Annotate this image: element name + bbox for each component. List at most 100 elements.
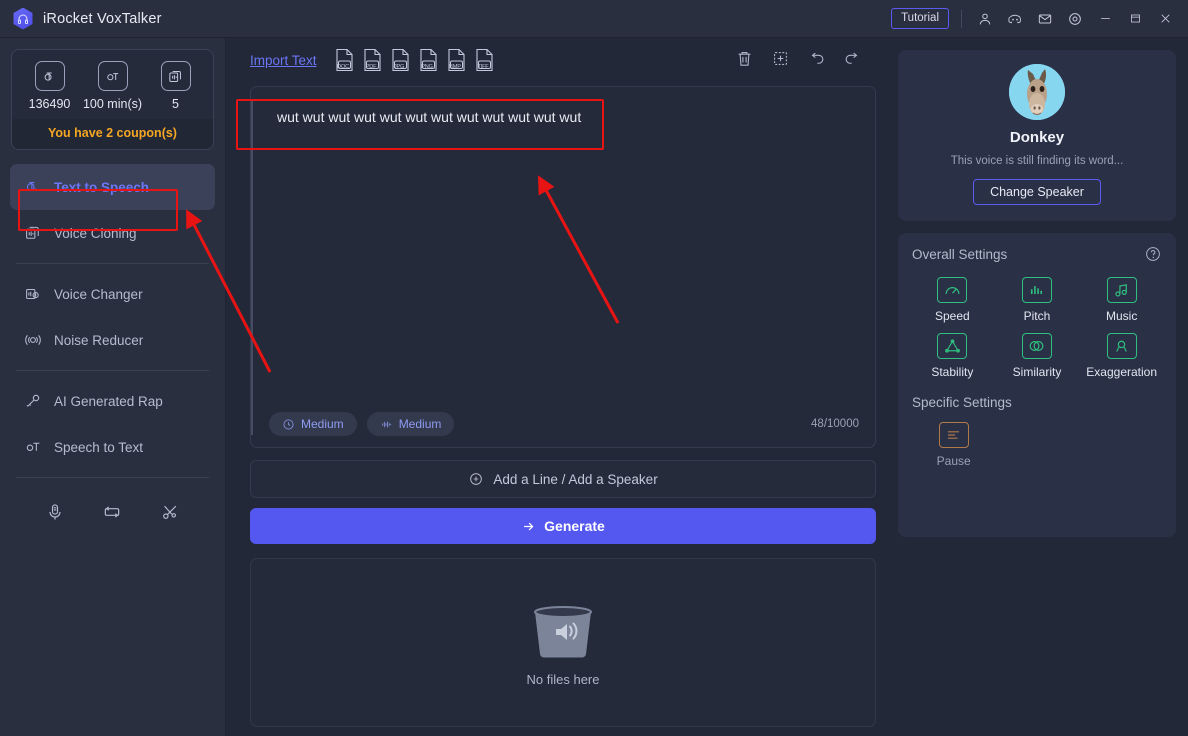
sidebar-item-label: Speech to Text: [54, 439, 144, 455]
setting-stability[interactable]: Stability: [912, 333, 993, 379]
import-tiff-icon[interactable]: TIFF: [473, 47, 496, 73]
setting-similarity[interactable]: Similarity: [997, 333, 1078, 379]
close-icon[interactable]: [1150, 4, 1180, 34]
setting-pause[interactable]: Pause: [912, 422, 995, 468]
sidebar-item-voice-changer[interactable]: Voice Changer: [10, 271, 215, 317]
sidebar-item-label: AI Generated Rap: [54, 393, 163, 409]
music-note-icon: [1106, 277, 1137, 303]
editor-toolbar: Import Text DOC PDF JPG PNG BMP TIFF: [226, 38, 886, 82]
speedometer-icon: [937, 277, 968, 303]
import-pdf-icon[interactable]: PDF: [361, 47, 384, 73]
setting-music[interactable]: Music: [1081, 277, 1162, 323]
text-input[interactable]: wut wut wut wut wut wut wut wut wut wut …: [251, 87, 875, 401]
arrow-right-icon: [524, 522, 534, 530]
specific-settings-grid: Pause: [912, 422, 1162, 468]
overlap-circles-icon: [1021, 333, 1052, 359]
account-icon[interactable]: [970, 4, 1000, 34]
bars-icon: [1021, 277, 1052, 303]
overall-settings-grid: Speed Pitch Music Stability Similarity E…: [912, 277, 1162, 379]
editor-actions: [735, 49, 870, 71]
import-png-icon[interactable]: PNG: [417, 47, 440, 73]
voice-changer-icon: [26, 288, 39, 300]
generate-button[interactable]: Generate: [250, 508, 876, 544]
credit-clones[interactable]: 5: [144, 61, 207, 111]
speed-clock-icon: [283, 419, 294, 429]
sidebar-item-speech-to-text[interactable]: Speech to Text: [10, 424, 215, 470]
undo-icon[interactable]: [807, 49, 829, 71]
sidebar-item-ai-generated-rap[interactable]: AI Generated Rap: [10, 378, 215, 424]
sidebar-item-label: Noise Reducer: [54, 332, 144, 348]
add-line-button[interactable]: Add a Line / Add a Speaker: [250, 460, 876, 498]
add-selection-icon[interactable]: [771, 49, 793, 71]
import-doc-icon[interactable]: DOC: [333, 47, 356, 73]
emotion-pill-label: Medium: [398, 417, 442, 431]
setting-label: Pause: [936, 454, 971, 468]
titlebar-controls: Tutorial: [891, 4, 1188, 34]
setting-label: Stability: [931, 365, 974, 379]
sidebar-item-label: Text to Speech: [54, 179, 150, 195]
settings-icon[interactable]: [1060, 4, 1090, 34]
credit-minutes-value: 100 min(s): [82, 97, 143, 111]
settings-card: Overall Settings Speed Pitch Music Stabi…: [898, 233, 1176, 537]
speed-pill[interactable]: Medium: [269, 412, 357, 436]
maximize-icon[interactable]: [1120, 4, 1150, 34]
setting-exaggeration[interactable]: Exaggeration: [1081, 333, 1162, 379]
minutes-credit-icon: [97, 61, 128, 91]
setting-pitch[interactable]: Pitch: [997, 277, 1078, 323]
speaker-accent-bar: [251, 99, 253, 435]
title-bar: iRocket VoxTalker Tutorial: [0, 0, 1188, 38]
credit-characters-value: 136490: [28, 97, 71, 111]
setting-label: Music: [1105, 309, 1138, 323]
empty-files-label: No files here: [526, 672, 600, 687]
minimize-icon[interactable]: [1090, 4, 1120, 34]
import-png-label: PNG: [421, 64, 433, 70]
plus-circle-icon: [470, 473, 483, 485]
triangle-node-icon: [937, 333, 968, 359]
credit-characters[interactable]: 136490: [18, 61, 81, 111]
change-speaker-button[interactable]: Change Speaker: [973, 179, 1101, 205]
coupon-banner[interactable]: You have 2 coupon(s): [12, 119, 213, 149]
character-counter: 48/10000: [811, 418, 859, 430]
sidebar-item-noise-reducer[interactable]: Noise Reducer: [10, 317, 215, 363]
right-panel: Donkey This voice is still finding its w…: [886, 38, 1188, 736]
sidebar-divider: [16, 477, 209, 478]
delete-icon[interactable]: [735, 49, 757, 71]
import-bmp-label: BMP: [449, 64, 461, 70]
sidebar-item-label: Voice Changer: [54, 286, 143, 302]
redo-icon[interactable]: [843, 49, 865, 71]
import-jpg-icon[interactable]: JPG: [389, 47, 412, 73]
setting-speed[interactable]: Speed: [912, 277, 993, 323]
empty-audio-box-icon: [534, 606, 592, 658]
setting-label: Exaggeration: [1086, 365, 1158, 379]
setting-label: Speed: [934, 309, 970, 323]
donkey-avatar: [1009, 64, 1065, 120]
sidebar-item-label: Voice Cloning: [54, 225, 137, 241]
tutorial-button[interactable]: Tutorial: [891, 8, 949, 29]
import-bmp-icon[interactable]: BMP: [445, 47, 468, 73]
generate-label: Generate: [544, 518, 605, 534]
files-panel: No files here: [250, 558, 876, 727]
import-text-link[interactable]: Import Text: [250, 53, 317, 68]
import-format-icons: DOC PDF JPG PNG BMP TIFF: [333, 47, 496, 73]
credit-minutes[interactable]: 100 min(s): [81, 61, 144, 111]
speed-pill-label: Medium: [301, 417, 344, 431]
discord-icon[interactable]: [1000, 4, 1030, 34]
recorder-icon[interactable]: [40, 497, 70, 527]
clone-credit-icon: [160, 61, 191, 91]
sidebar-item-text-to-speech[interactable]: Text to Speech: [10, 164, 215, 210]
help-circle-icon[interactable]: [1144, 245, 1162, 263]
import-jpg-label: JPG: [393, 64, 405, 70]
emotion-pill[interactable]: Medium: [366, 412, 455, 436]
main-editor-column: Import Text DOC PDF JPG PNG BMP TIFF wut…: [226, 38, 886, 736]
credit-clones-value: 5: [172, 97, 179, 111]
import-tiff-label: TIFF: [477, 64, 489, 70]
sidebar-item-voice-cloning[interactable]: Voice Cloning: [10, 210, 215, 256]
speech-to-text-icon: [26, 442, 40, 451]
titlebar-divider: [961, 9, 962, 28]
specific-settings-title: Specific Settings: [912, 395, 1012, 410]
credits-panel: 136490 100 min(s) 5 You have 2 coupon(s): [11, 49, 214, 150]
cutter-icon[interactable]: [155, 497, 185, 527]
mail-icon[interactable]: [1030, 4, 1060, 34]
converter-icon[interactable]: [97, 497, 127, 527]
speaker-avatar[interactable]: [1009, 64, 1065, 120]
